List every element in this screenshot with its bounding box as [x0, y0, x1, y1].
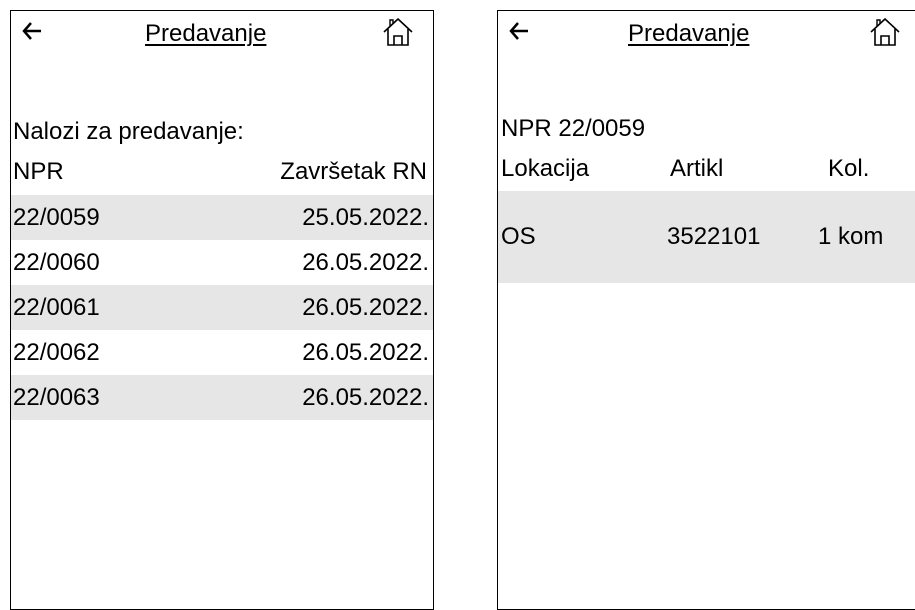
item-list: OS 3522101 1 kom [498, 191, 915, 283]
order-number: 22/0061 [13, 294, 100, 321]
table-row[interactable]: 22/0063 26.05.2022. [11, 375, 433, 420]
item-location: OS [501, 223, 536, 250]
order-detail-screen: Predavanje NPR 22/0059 Lokacija Artikl K… [497, 10, 915, 610]
order-number: 22/0063 [13, 384, 100, 411]
order-end-date: 26.05.2022. [302, 384, 429, 411]
order-end-date: 25.05.2022. [302, 204, 429, 231]
item-article: 3522101 [667, 223, 761, 250]
order-number: 22/0062 [13, 339, 100, 366]
table-row[interactable]: OS 3522101 1 kom [498, 191, 915, 283]
table-row[interactable]: 22/0059 25.05.2022. [11, 195, 433, 240]
column-header-quantity: Kol. [828, 155, 870, 182]
order-list-screen: Predavanje Nalozi za predavanje: NPR Zav… [10, 10, 434, 610]
column-header-end-date: Završetak RN [280, 158, 427, 185]
section-label: Nalozi za predavanje: [13, 118, 244, 145]
home-icon[interactable] [381, 15, 415, 49]
table-header: NPR Završetak RN [11, 154, 433, 190]
order-label: NPR 22/0059 [501, 115, 646, 142]
home-icon[interactable] [868, 15, 902, 49]
table-row[interactable]: 22/0062 26.05.2022. [11, 330, 433, 375]
column-header-npr: NPR [13, 158, 64, 185]
back-arrow-icon[interactable] [21, 20, 43, 42]
order-list: 22/0059 25.05.2022. 22/0060 26.05.2022. … [11, 195, 433, 420]
table-header: Lokacija Artikl Kol. [498, 151, 915, 187]
order-number: 22/0060 [13, 249, 100, 276]
page-title: Predavanje [145, 20, 267, 47]
order-end-date: 26.05.2022. [302, 294, 429, 321]
column-header-article: Artikl [670, 155, 724, 182]
column-header-location: Lokacija [501, 155, 590, 182]
order-number: 22/0059 [13, 204, 100, 231]
back-arrow-icon[interactable] [508, 20, 530, 42]
order-end-date: 26.05.2022. [302, 249, 429, 276]
table-row[interactable]: 22/0061 26.05.2022. [11, 285, 433, 330]
table-row[interactable]: 22/0060 26.05.2022. [11, 240, 433, 285]
item-quantity: 1 kom [818, 223, 884, 250]
page-title: Predavanje [628, 20, 750, 47]
order-end-date: 26.05.2022. [302, 339, 429, 366]
